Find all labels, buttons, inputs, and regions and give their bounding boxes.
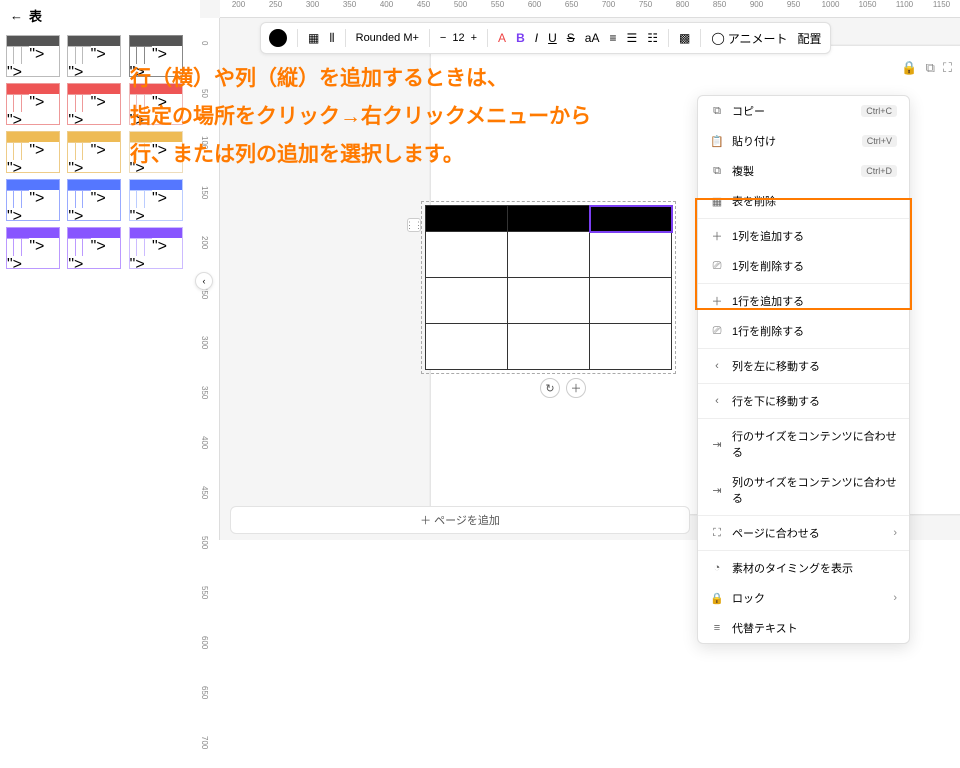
table-style-option[interactable]: ">"> <box>67 179 121 221</box>
effects-icon[interactable]: ▩ <box>679 31 690 45</box>
table-style-option[interactable]: ">"> <box>67 35 121 77</box>
color-swatch[interactable] <box>269 29 287 47</box>
bold-button[interactable]: B <box>516 31 525 45</box>
instruction-overlay: 行（横）や列（縦）を追加するときは、 指定の場所をクリック→右クリックメニューか… <box>130 60 591 173</box>
menu-delete-row[interactable]: ⎚1行を削除する <box>698 316 909 346</box>
numbered-list-icon[interactable]: ☷ <box>647 31 658 45</box>
menu-move-col-left[interactable]: ‹列を左に移動する <box>698 351 909 381</box>
menu-fit-row[interactable]: ⇥行のサイズをコンテンツに合わせる <box>698 421 909 467</box>
table-style-option[interactable]: ">"> <box>67 227 121 269</box>
menu-paste[interactable]: 📋貼り付けCtrl+V <box>698 126 909 156</box>
menu-add-row[interactable]: ＋1行を追加する <box>698 286 909 316</box>
font-size-minus[interactable]: − <box>440 32 446 44</box>
menu-add-column[interactable]: ＋1列を追加する <box>698 221 909 251</box>
lock-page-icon[interactable]: 🔒 <box>901 60 917 76</box>
table-style-option[interactable]: ">"> <box>6 83 60 125</box>
collapse-sidebar-button[interactable]: ‹ <box>195 272 213 290</box>
menu-delete-column[interactable]: ⎚1列を削除する <box>698 251 909 281</box>
context-menu: ⧉コピーCtrl+C 📋貼り付けCtrl+V ⧉複製Ctrl+D ▦表を削除 ＋… <box>697 95 910 644</box>
text-toolbar: ▦ ⦀ Rounded M+ − 12 + A B I U S aA ≡ ☰ ☷… <box>260 22 831 54</box>
page-actions: 🔒 ⧉ ⛶ <box>901 60 952 76</box>
font-size-value[interactable]: 12 <box>452 32 464 44</box>
table-style-option[interactable]: ">"> <box>6 179 60 221</box>
table-style-option[interactable]: ">"> <box>129 227 183 269</box>
font-size-plus[interactable]: + <box>471 32 477 44</box>
animate-button[interactable]: ◯アニメート <box>711 30 787 47</box>
grid-icon[interactable]: ▦ <box>308 31 319 45</box>
menu-alt-text[interactable]: ≡代替テキスト <box>698 613 909 643</box>
position-button[interactable]: 配置 <box>798 30 822 47</box>
table-element[interactable] <box>425 205 672 370</box>
menu-duplicate[interactable]: ⧉複製Ctrl+D <box>698 156 909 186</box>
table-drag-handle[interactable]: ⋮⋮ <box>407 218 421 232</box>
menu-lock[interactable]: 🔒ロック› <box>698 583 909 613</box>
italic-button[interactable]: I <box>535 31 538 45</box>
case-button[interactable]: aA <box>585 31 600 45</box>
strike-button[interactable]: S <box>567 31 575 45</box>
add-page-button[interactable]: ＋ ページを追加 <box>230 506 690 534</box>
rotate-handle[interactable]: ↻ <box>540 378 560 398</box>
menu-delete-table[interactable]: ▦表を削除 <box>698 186 909 216</box>
align-icon[interactable]: ≡ <box>609 31 616 45</box>
text-color-icon[interactable]: A <box>498 31 506 45</box>
menu-move-row-down[interactable]: ‹行を下に移動する <box>698 386 909 416</box>
menu-fit-page[interactable]: ⛶ページに合わせる› <box>698 518 909 548</box>
table-style-option[interactable]: ">"> <box>6 131 60 173</box>
expand-page-icon[interactable]: ⛶ <box>943 60 952 76</box>
menu-copy[interactable]: ⧉コピーCtrl+C <box>698 96 909 126</box>
table-style-option[interactable]: ">"> <box>6 227 60 269</box>
add-handle[interactable]: ＋ <box>566 378 586 398</box>
duplicate-page-icon[interactable]: ⧉ <box>926 60 935 76</box>
ruler-horizontal: 2002503003504004505005506006507007508008… <box>220 0 960 18</box>
table-style-option[interactable]: ">"> <box>6 35 60 77</box>
menu-timing[interactable]: ◔素材のタイミングを表示 <box>698 553 909 583</box>
table-style-option[interactable]: ">"> <box>129 179 183 221</box>
list-icon[interactable]: ☰ <box>626 31 637 45</box>
font-selector[interactable]: Rounded M+ <box>356 32 419 44</box>
back-icon[interactable]: ← <box>10 8 23 23</box>
table-style-option[interactable]: ">"> <box>67 131 121 173</box>
sidebar-title: 表 <box>29 6 42 25</box>
menu-fit-col[interactable]: ⇥列のサイズをコンテンツに合わせる <box>698 467 909 513</box>
spacing-icon[interactable]: ⦀ <box>329 31 334 46</box>
table-style-option[interactable]: ">"> <box>67 83 121 125</box>
underline-button[interactable]: U <box>548 31 557 45</box>
